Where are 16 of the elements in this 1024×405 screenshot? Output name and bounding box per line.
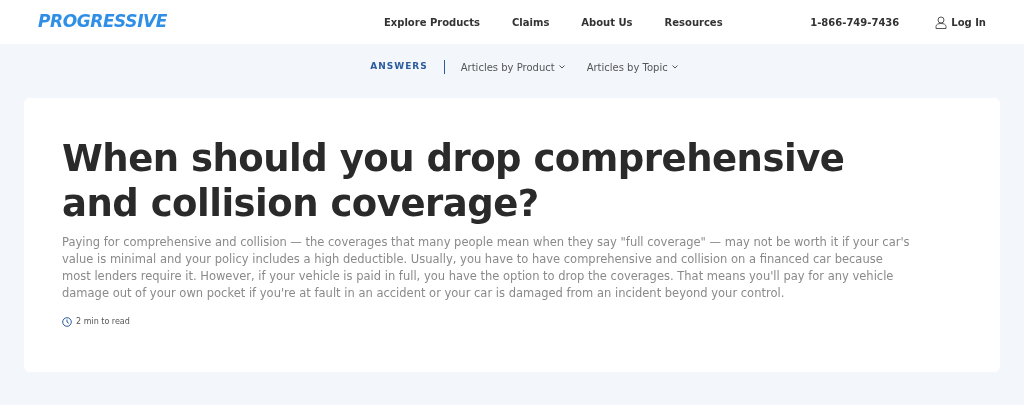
answers-link[interactable]: ANSWERS bbox=[370, 60, 428, 74]
nav-link[interactable]: Claims bbox=[512, 14, 550, 30]
user-icon bbox=[935, 15, 948, 29]
chevron-down-icon bbox=[671, 65, 678, 69]
phone-number[interactable]: 1-866-749-7436 bbox=[810, 14, 900, 30]
clock-icon bbox=[62, 317, 72, 327]
read-time: 2 min to read bbox=[76, 316, 130, 328]
nav-link[interactable]: Explore Products bbox=[384, 14, 480, 30]
dropdown-menu[interactable]: Articles by Product bbox=[460, 59, 565, 75]
nav-link[interactable]: Resources bbox=[664, 14, 723, 30]
chevron-down-icon bbox=[558, 65, 565, 69]
login-link[interactable]: Log In bbox=[935, 14, 986, 30]
article-summary: Paying for comprehensive and collision — the coverages that many people mean when they say "full coverage" — may not be worth it if your car's value is minimal and your policy includes a high deductible. Usually, you have to have comprehensive and collision on a financed car because most lenders require it. However, if your vehicle is paid in full, you have the option to drop the coverages. That means you'll pay for any vehicle damage out of your own pocket if you're at fault in an accident or your car is damaged from an incident beyond your control. bbox=[62, 234, 911, 302]
article-title: When should you drop comprehensive and collision coverage? bbox=[62, 136, 846, 226]
dropdown-menu[interactable]: Articles by Topic bbox=[586, 59, 678, 75]
nav-link[interactable]: About Us bbox=[581, 14, 633, 30]
